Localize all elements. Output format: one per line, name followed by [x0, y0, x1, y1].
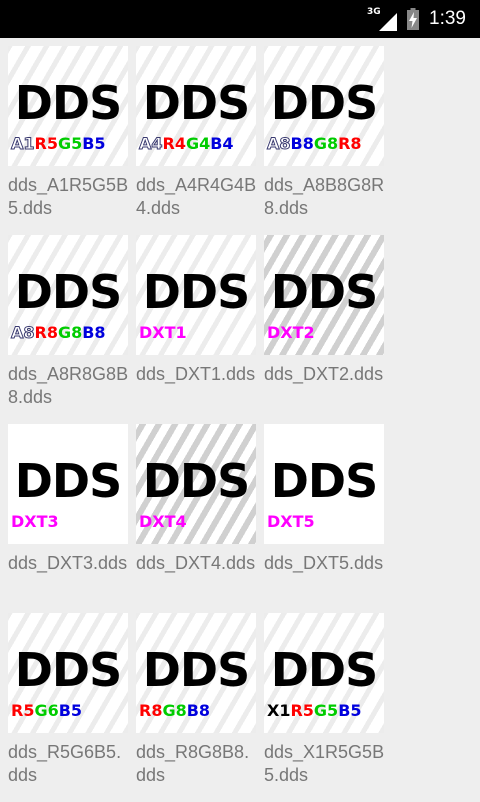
format-label: DXT1	[139, 325, 187, 341]
file-thumbnail: DDS X1R5G5B5	[264, 613, 384, 733]
format-label: DXT5	[267, 514, 315, 530]
format-label: A1R5G5B5	[11, 134, 106, 153]
status-icons: 3G 1:39	[367, 0, 466, 38]
format-part: X1	[267, 701, 291, 720]
format-label: X1R5G5B5	[267, 703, 362, 719]
file-thumbnail: DDS DXT3	[8, 424, 128, 544]
format-part: R5	[11, 701, 35, 720]
format-part: R8	[139, 701, 163, 720]
thumbnail-title: DDS	[14, 76, 123, 130]
file-thumbnail: DDS A1R5G5B5	[8, 46, 128, 166]
file-item[interactable]: DDS DXT1 dds_DXT1.dds	[136, 235, 256, 424]
format-part: G6	[34, 701, 59, 720]
file-item[interactable]: DDS A1R5G5B5 dds_A1R5G5B5.dds	[8, 46, 128, 235]
file-item[interactable]: DDS DXT5 dds_DXT5.dds	[264, 424, 384, 613]
file-item[interactable]: DDS A8R8G8B8 dds_A8R8G8B8.dds	[8, 235, 128, 424]
file-name: dds_R5G6B5.dds	[8, 742, 122, 785]
format-part: G8	[57, 323, 83, 342]
format-part: A4	[139, 134, 163, 153]
format-part: G4	[185, 134, 211, 153]
file-name: dds_X1R5G5B5.dds	[264, 742, 385, 785]
file-name: dds_DXT4.dds	[136, 553, 256, 573]
file-name: dds_DXT5.dds	[264, 553, 384, 573]
thumbnail-title: DDS	[14, 454, 123, 508]
thumbnail-title: DDS	[142, 265, 251, 319]
format-label: R8G8B8	[139, 703, 210, 719]
format-part: R8	[34, 323, 58, 342]
format-part: G8	[162, 701, 187, 720]
file-thumbnail: DDS R5G6B5	[8, 613, 128, 733]
file-name: dds_DXT2.dds	[264, 364, 384, 384]
file-thumbnail: DDS R8G8B8	[136, 613, 256, 733]
format-label: R5G6B5	[11, 703, 82, 719]
file-item[interactable]: DDS X1R5G5B5 dds_X1R5G5B5.dds	[264, 613, 384, 802]
file-grid: DDS A1R5G5B5 dds_A1R5G5B5.dds DDS A4R4G4B4 dd…	[8, 46, 384, 802]
format-part: R5	[34, 134, 58, 153]
file-item[interactable]: DDS A8B8G8R8 dds_A8B8G8R8.dds	[264, 46, 384, 235]
format-part: B5	[58, 701, 83, 720]
file-thumbnail: DDS DXT4	[136, 424, 256, 544]
file-name: dds_A8B8G8R8.dds	[264, 175, 385, 218]
thumbnail-title: DDS	[270, 265, 379, 319]
thumbnail-title: DDS	[14, 265, 123, 319]
file-name: dds_A4R4G4B4.dds	[136, 175, 257, 218]
format-part: DXT3	[11, 512, 59, 531]
format-part: B4	[210, 134, 234, 153]
format-part: B5	[338, 701, 362, 720]
format-part: G8	[313, 134, 339, 153]
thumbnail-title: DDS	[270, 76, 379, 130]
file-name: dds_R8G8B8.dds	[136, 742, 250, 785]
thumbnail-title: DDS	[142, 76, 251, 130]
format-part: G5	[57, 134, 83, 153]
file-thumbnail: DDS DXT1	[136, 235, 256, 355]
format-label: A8R8G8B8	[11, 323, 106, 342]
format-part: DXT4	[139, 512, 187, 531]
file-item[interactable]: DDS DXT2 dds_DXT2.dds	[264, 235, 384, 424]
format-part: A8	[11, 323, 35, 342]
file-thumbnail: DDS DXT5	[264, 424, 384, 544]
thumbnail-title: DDS	[14, 643, 123, 697]
format-part: B8	[82, 323, 106, 342]
file-thumbnail: DDS DXT2	[264, 235, 384, 355]
format-part: R5	[290, 701, 314, 720]
format-label: DXT2	[267, 325, 315, 341]
format-label: DXT3	[11, 514, 59, 530]
format-label: A4R4G4B4	[139, 134, 234, 153]
thumbnail-title: DDS	[142, 643, 251, 697]
battery-charging-icon	[407, 8, 420, 30]
format-label: DXT4	[139, 514, 187, 530]
format-part: G5	[313, 701, 339, 720]
format-part: A8	[267, 134, 291, 153]
file-name: dds_A8R8G8B8.dds	[8, 364, 129, 407]
format-part: DXT1	[139, 323, 187, 342]
file-item[interactable]: DDS A4R4G4B4 dds_A4R4G4B4.dds	[136, 46, 256, 235]
format-part: R8	[338, 134, 362, 153]
file-item[interactable]: DDS R8G8B8 dds_R8G8B8.dds	[136, 613, 256, 802]
thumbnail-title: DDS	[142, 454, 251, 508]
file-thumbnail: DDS A4R4G4B4	[136, 46, 256, 166]
format-part: R4	[162, 134, 186, 153]
signal-icon: 3G	[367, 7, 398, 31]
format-label: A8B8G8R8	[267, 134, 362, 153]
file-name: dds_DXT1.dds	[136, 364, 256, 384]
format-part: B5	[82, 134, 106, 153]
format-part: DXT5	[267, 512, 315, 531]
format-part: B8	[290, 134, 314, 153]
thumbnail-title: DDS	[270, 454, 379, 508]
format-part: A1	[11, 134, 35, 153]
format-part: B8	[186, 701, 211, 720]
file-thumbnail: DDS A8B8G8R8	[264, 46, 384, 166]
clock: 1:39	[429, 8, 466, 29]
file-name: dds_DXT3.dds	[8, 553, 128, 573]
file-thumbnail: DDS A8R8G8B8	[8, 235, 128, 355]
file-item[interactable]: DDS DXT4 dds_DXT4.dds	[136, 424, 256, 613]
status-bar: 3G 1:39	[0, 0, 480, 38]
thumbnail-title: DDS	[270, 643, 379, 697]
file-name: dds_A1R5G5B5.dds	[8, 175, 129, 218]
file-item[interactable]: DDS R5G6B5 dds_R5G6B5.dds	[8, 613, 128, 802]
file-item[interactable]: DDS DXT3 dds_DXT3.dds	[8, 424, 128, 613]
format-part: DXT2	[267, 323, 315, 342]
